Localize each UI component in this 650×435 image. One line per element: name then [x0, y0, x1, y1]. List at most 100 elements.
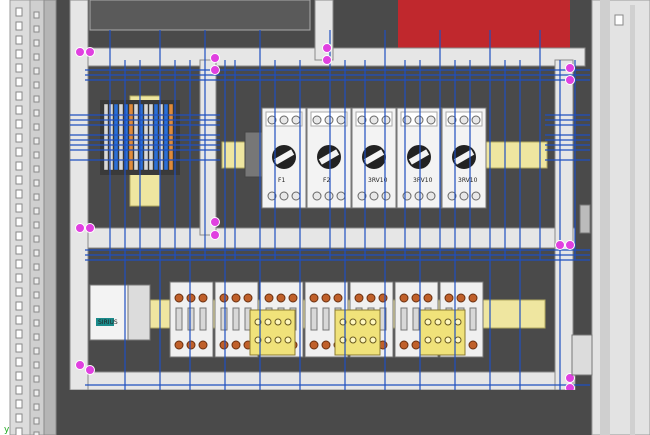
connection-node — [322, 55, 332, 65]
rail-hole — [15, 315, 23, 325]
contactor — [169, 281, 214, 358]
aux-contact-block — [249, 309, 296, 356]
rail-hole — [15, 119, 23, 129]
rail-hole — [33, 137, 40, 145]
breaker-label: 3RV10 — [413, 177, 433, 184]
breaker-label: 3RV10 — [458, 177, 478, 184]
rail-hole — [33, 263, 40, 271]
breaker-label: F2 — [323, 177, 330, 184]
rail-hole — [33, 67, 40, 75]
rail-hole — [15, 273, 23, 283]
rail-hole — [15, 35, 23, 45]
rail-hole — [15, 91, 23, 101]
connection-node — [85, 223, 95, 233]
rail-hole — [15, 413, 23, 423]
rail-hole — [33, 333, 40, 341]
breaker-label: F1 — [278, 177, 285, 184]
rail-hole — [33, 193, 40, 201]
connection-node — [210, 65, 220, 75]
rail-hole — [15, 7, 23, 17]
rail-hole — [33, 11, 40, 19]
rail-hole — [33, 151, 40, 159]
rail-hole — [15, 105, 23, 115]
rail-hole — [15, 245, 23, 255]
top-red-component — [398, 0, 570, 50]
rail-hole — [33, 123, 40, 131]
connection-node — [210, 217, 220, 227]
rail-hole — [15, 63, 23, 73]
connection-node — [210, 230, 220, 240]
connection-node — [565, 75, 575, 85]
axis-indicator: y — [4, 425, 10, 435]
rail-hole — [15, 329, 23, 339]
rail-hole — [15, 371, 23, 381]
side-clip — [579, 204, 591, 234]
rail-hole — [33, 417, 40, 425]
relay-label: SIRIUS — [98, 319, 118, 326]
rail-hole — [33, 25, 40, 33]
connection-node — [75, 360, 85, 370]
rail-hole — [15, 343, 23, 353]
rail-hole — [33, 109, 40, 117]
rail-hole — [15, 77, 23, 87]
contactors — [169, 281, 484, 358]
rail-hole — [15, 427, 23, 435]
aux-contact-block — [334, 309, 381, 356]
rail-hole — [33, 81, 40, 89]
rail-hole — [15, 357, 23, 367]
connection-node — [565, 240, 575, 250]
left-profile-rail — [9, 0, 57, 435]
motor-breaker: 3RV10 — [396, 107, 442, 209]
connection-node — [322, 43, 332, 53]
rail-hole — [15, 217, 23, 227]
rail-hole — [33, 403, 40, 411]
rail-hole — [15, 203, 23, 213]
right-profile-rail — [591, 0, 650, 435]
relay: SIRIUS — [89, 284, 151, 341]
rail-hole — [33, 235, 40, 243]
rail-hole — [33, 319, 40, 327]
connection-node — [75, 223, 85, 233]
rail-hole — [15, 133, 23, 143]
rail-hole — [15, 161, 23, 171]
rail-hole — [15, 301, 23, 311]
connection-node — [85, 365, 95, 375]
top-duct — [89, 0, 311, 31]
connection-node — [555, 240, 565, 250]
rail-hole — [15, 259, 23, 269]
rail-hole — [15, 287, 23, 297]
rail-hole — [15, 385, 23, 395]
rail-hole — [33, 39, 40, 47]
rail-hole — [15, 147, 23, 157]
rail-hole — [33, 221, 40, 229]
rail-hole — [33, 207, 40, 215]
connection-node — [565, 63, 575, 73]
motor-breaker: 3RV10 — [441, 107, 487, 209]
connection-node — [75, 47, 85, 57]
rail-hole — [33, 249, 40, 257]
rail-hole — [33, 95, 40, 103]
rail-hole — [33, 375, 40, 383]
rail-hole — [33, 347, 40, 355]
rail-hole — [15, 231, 23, 241]
rail-hole — [33, 165, 40, 173]
rail-hole — [33, 179, 40, 187]
side-module — [571, 334, 593, 376]
rail-hole — [33, 291, 40, 299]
connection-node — [85, 47, 95, 57]
connection-node — [210, 53, 220, 63]
rail-hole — [15, 399, 23, 409]
rail-hole — [33, 277, 40, 285]
rail-hole — [15, 189, 23, 199]
rail-hole — [33, 389, 40, 397]
motor-breaker: 3RV10 — [351, 107, 397, 209]
rail-hole — [15, 21, 23, 31]
lower-plate — [60, 390, 590, 435]
rail-hole — [15, 49, 23, 59]
cabinet-3d-view: F1 F2 3RV10 3RV10 3RV10 SIRIUS y — [0, 0, 650, 435]
rail-hole — [15, 175, 23, 185]
rail-hole — [33, 361, 40, 369]
rail-hole — [33, 305, 40, 313]
aux-contact-block — [419, 309, 466, 356]
rail-hole — [33, 53, 40, 61]
